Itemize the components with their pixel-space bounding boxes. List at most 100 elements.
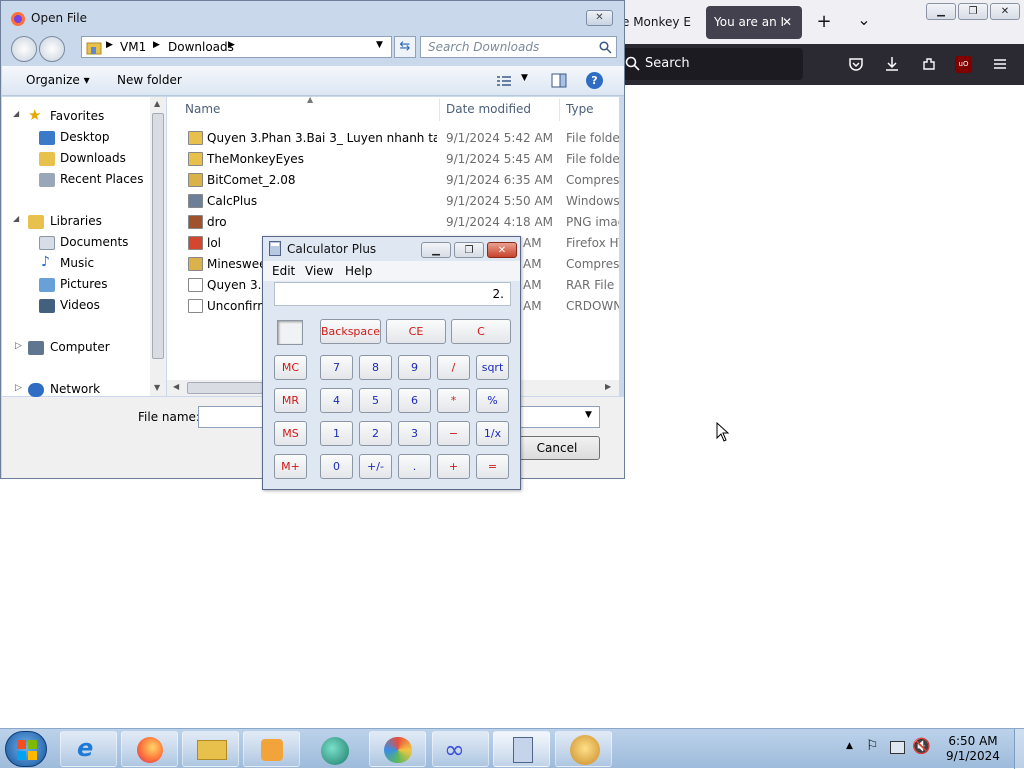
search-downloads-input[interactable]: Search Downloads (420, 36, 617, 58)
digit-3-button[interactable]: 3 (398, 421, 431, 446)
file-row[interactable]: TheMonkeyEyes 9/1/2024 5:45 AM File folder (167, 149, 619, 169)
address-bar[interactable]: ▶ VM1 ▶ Downloads ▶ ▼ (81, 36, 392, 58)
nav-videos[interactable]: Videos (60, 295, 100, 315)
scrollbar-thumb[interactable] (187, 382, 263, 394)
new-tab-button[interactable]: + (808, 6, 840, 38)
cancel-button[interactable]: Cancel (514, 436, 600, 460)
close-button[interactable]: ✕ (990, 3, 1020, 20)
scrollbar-thumb[interactable] (152, 113, 164, 359)
show-hidden-icons-icon[interactable]: ▲ (846, 741, 853, 751)
taskbar-calculator[interactable] (493, 731, 550, 767)
digit-5-button[interactable]: 5 (359, 388, 392, 413)
refresh-icon[interactable]: ⇆ (394, 36, 416, 58)
scroll-left-icon[interactable]: ◀ (173, 382, 179, 391)
sign-toggle-button[interactable]: +/- (359, 454, 392, 479)
equals-button[interactable]: = (476, 454, 509, 479)
close-tab-icon[interactable]: ✕ (782, 6, 792, 39)
system-clock[interactable]: 6:50 AM 9/1/2024 (938, 734, 1008, 764)
menu-help[interactable]: Help (345, 264, 372, 278)
digit-0-button[interactable]: 0 (320, 454, 353, 479)
divide-button[interactable]: / (437, 355, 470, 380)
download-icon[interactable] (880, 52, 904, 76)
nav-scrollbar[interactable]: ▲ ▼ (150, 97, 166, 396)
taskbar-infinity-app[interactable]: ∞ (432, 731, 489, 767)
menu-edit[interactable]: Edit (272, 264, 295, 278)
memory-store-button[interactable]: MS (274, 421, 307, 446)
nav-favorites[interactable]: Favorites (50, 106, 104, 126)
expand-arrow-icon[interactable]: ▷ (15, 341, 22, 351)
breadcrumb-downloads[interactable]: Downloads (168, 40, 234, 54)
column-name[interactable]: Name (185, 99, 220, 119)
file-row[interactable]: dro 9/1/2024 4:18 AM PNG imag (167, 212, 619, 232)
network-status-icon[interactable] (890, 741, 905, 754)
taskbar-paint[interactable] (369, 731, 426, 767)
collapse-arrow-icon[interactable]: ◢ (13, 109, 19, 118)
column-date-modified[interactable]: Date modified (446, 99, 531, 119)
digit-9-button[interactable]: 9 (398, 355, 431, 380)
scroll-down-icon[interactable]: ▼ (154, 383, 160, 392)
taskbar-media-player[interactable] (243, 731, 300, 767)
list-all-tabs-button[interactable]: ⌄ (848, 4, 880, 36)
digit-6-button[interactable]: 6 (398, 388, 431, 413)
menu-view[interactable]: View (305, 264, 333, 278)
nav-network[interactable]: Network (50, 379, 100, 399)
file-name-dropdown-icon[interactable]: ▼ (585, 410, 592, 420)
backspace-button[interactable]: Backspace (320, 319, 381, 344)
nav-downloads[interactable]: Downloads (60, 148, 126, 168)
restore-button[interactable]: ❐ (958, 3, 988, 20)
nav-pictures[interactable]: Pictures (60, 274, 108, 294)
nav-desktop[interactable]: Desktop (60, 127, 110, 147)
nav-music[interactable]: Music (60, 253, 94, 273)
taskbar-internet-explorer[interactable]: e (60, 731, 117, 767)
help-icon[interactable]: ? (586, 72, 603, 89)
start-button[interactable] (5, 731, 47, 767)
show-desktop-button[interactable] (1014, 729, 1024, 769)
digit-2-button[interactable]: 2 (359, 421, 392, 446)
view-dropdown-icon[interactable]: ▼ (521, 73, 528, 83)
collapse-arrow-icon[interactable]: ◢ (13, 214, 19, 223)
memory-clear-button[interactable]: MC (274, 355, 307, 380)
action-center-flag-icon[interactable]: ⚐ (866, 738, 879, 754)
subtract-button[interactable]: − (437, 421, 470, 446)
nav-documents[interactable]: Documents (60, 232, 128, 252)
file-row[interactable]: BitComet_2.08 9/1/2024 6:35 AM Compress (167, 170, 619, 190)
back-button[interactable] (11, 36, 37, 62)
breadcrumb-vm1[interactable]: VM1 (120, 40, 146, 54)
taskbar-monkey-app[interactable] (555, 731, 612, 767)
percent-button[interactable]: % (476, 388, 509, 413)
square-root-button[interactable]: sqrt (476, 355, 509, 380)
minimize-button[interactable]: ▁ (926, 3, 956, 20)
digit-4-button[interactable]: 4 (320, 388, 353, 413)
nav-libraries[interactable]: Libraries (50, 211, 102, 231)
volume-muted-icon[interactable]: 🔇 (912, 737, 931, 755)
file-row[interactable]: CalcPlus 9/1/2024 5:50 AM Windows (167, 191, 619, 211)
history-dropdown-icon[interactable]: ▼ (376, 40, 383, 50)
add-button[interactable]: + (437, 454, 470, 479)
preview-pane-icon[interactable] (551, 73, 567, 88)
reciprocal-button[interactable]: 1/x (476, 421, 509, 446)
pocket-icon[interactable] (844, 52, 868, 76)
memory-recall-button[interactable]: MR (274, 388, 307, 413)
clear-button[interactable]: C (451, 319, 511, 344)
memory-add-button[interactable]: M+ (274, 454, 307, 479)
extensions-icon[interactable] (917, 52, 941, 76)
calc-close-button[interactable]: ✕ (487, 242, 517, 258)
digit-8-button[interactable]: 8 (359, 355, 392, 380)
taskbar-file-explorer[interactable] (182, 731, 239, 767)
nav-computer[interactable]: Computer (50, 337, 110, 357)
scroll-right-icon[interactable]: ▶ (605, 382, 611, 391)
scroll-up-icon[interactable]: ▲ (154, 99, 160, 108)
clear-entry-button[interactable]: CE (386, 319, 446, 344)
taskbar-sphere-app[interactable] (306, 731, 363, 767)
tab-monkey-eyes[interactable]: e Monkey E (614, 6, 700, 39)
calc-minimize-button[interactable]: ▁ (421, 242, 451, 258)
expand-arrow-icon[interactable]: ▷ (15, 383, 22, 393)
digit-7-button[interactable]: 7 (320, 355, 353, 380)
multiply-button[interactable]: * (437, 388, 470, 413)
column-type[interactable]: Type (566, 99, 594, 119)
organize-button[interactable]: Organize ▾ (26, 73, 90, 87)
tab-active[interactable]: You are an I ✕ (706, 6, 802, 39)
taskbar-firefox[interactable] (121, 731, 178, 767)
digit-1-button[interactable]: 1 (320, 421, 353, 446)
ublock-icon[interactable]: uO (955, 56, 972, 73)
